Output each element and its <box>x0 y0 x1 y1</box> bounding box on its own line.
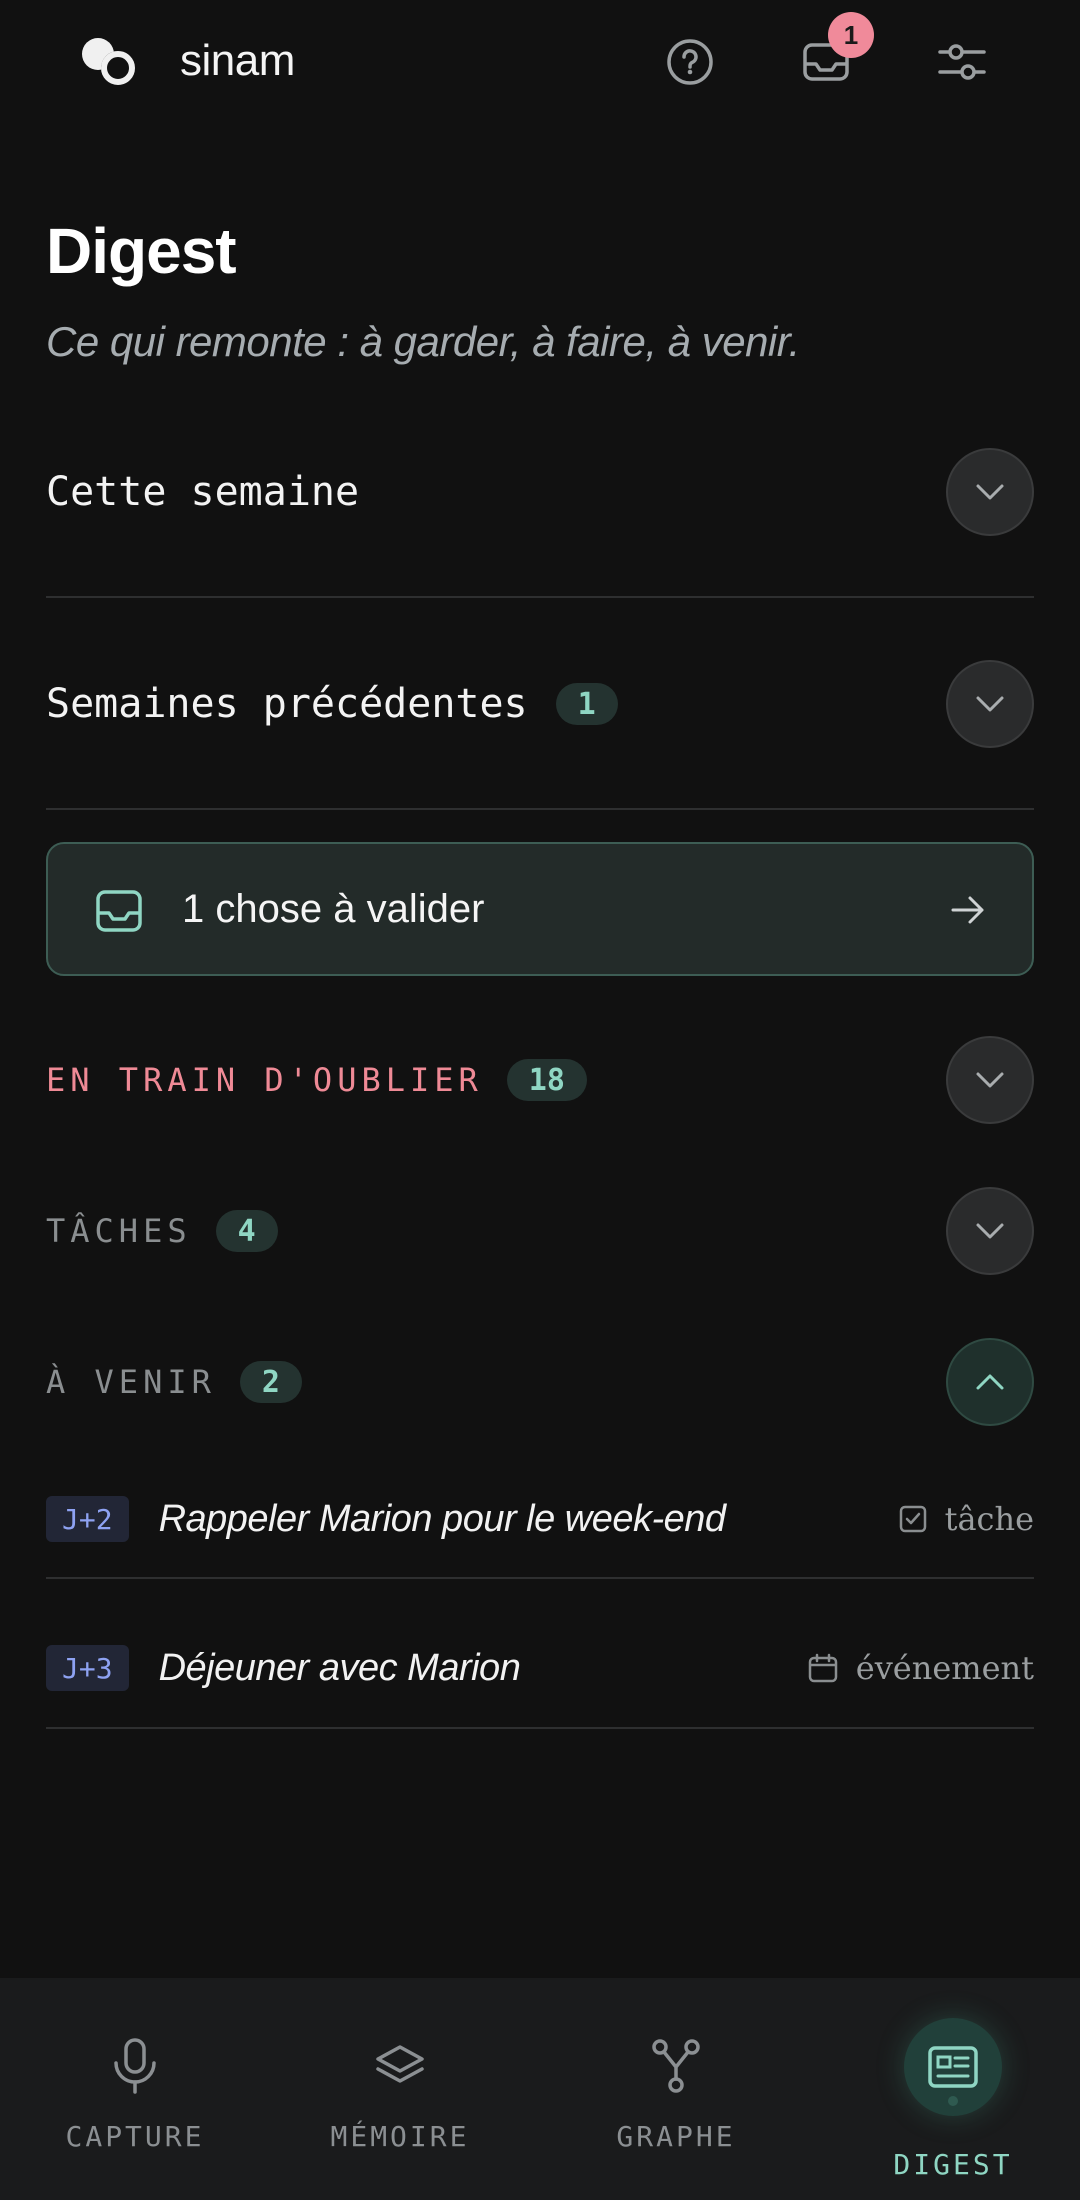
item-title: Déjeuner avec Marion <box>158 1646 521 1689</box>
nav-memoire[interactable]: MÉMOIRE <box>265 1978 535 2200</box>
validate-card[interactable]: 1 chose à valider <box>46 842 1034 976</box>
checkbox-icon <box>899 1505 926 1533</box>
section-title: À VENIR <box>46 1363 216 1401</box>
expand-button[interactable] <box>946 1187 1034 1275</box>
item-kind: tâche <box>899 1500 1034 1538</box>
section-this-week[interactable]: Cette semaine <box>46 448 1034 536</box>
inbox-icon <box>94 886 144 941</box>
layers-icon <box>370 2036 430 2096</box>
count-badge: 2 <box>239 1361 302 1403</box>
divider <box>46 1727 1034 1729</box>
bottom-nav: CAPTURE MÉMOIRE GRAPHE DIGEST <box>0 1978 1080 2200</box>
day-tag: J+2 <box>46 1496 129 1542</box>
day-tag: J+3 <box>46 1645 129 1691</box>
nav-label: DIGEST <box>893 2148 1013 2181</box>
section-tasks[interactable]: TÂCHES 4 <box>46 1187 1034 1275</box>
section-title: Cette semaine <box>46 469 360 515</box>
nav-capture[interactable]: CAPTURE <box>0 1978 270 2200</box>
chevron-down-icon <box>976 484 1004 500</box>
list-item[interactable]: J+2 Rappeler Marion pour le week-end tâc… <box>46 1464 1034 1574</box>
item-kind: événement <box>808 1649 1034 1687</box>
app-logo-icon <box>78 34 142 90</box>
expand-button[interactable] <box>946 1036 1034 1124</box>
validate-label: 1 chose à valider <box>182 886 485 931</box>
count-badge: 4 <box>215 1210 278 1252</box>
app-name: sinam <box>180 36 295 85</box>
section-title: EN TRAIN D'OUBLIER <box>46 1061 483 1099</box>
nav-label: CAPTURE <box>65 2120 205 2153</box>
divider <box>46 1577 1034 1579</box>
page-subtitle: Ce qui remonte : à garder, à faire, à ve… <box>46 318 800 365</box>
top-bar: sinam 1 <box>0 0 1080 124</box>
page-title: Digest <box>46 215 237 287</box>
chevron-down-icon <box>976 696 1004 712</box>
item-kind-label: événement <box>855 1649 1034 1687</box>
active-indicator <box>948 2096 958 2106</box>
item-kind-label: tâche <box>944 1500 1034 1538</box>
newspaper-icon <box>904 2018 1002 2116</box>
section-title: Semaines précédentes <box>46 681 528 727</box>
nav-label: MÉMOIRE <box>330 2120 470 2153</box>
graph-icon <box>646 2036 706 2096</box>
microphone-icon <box>105 2036 165 2096</box>
chevron-up-icon <box>976 1374 1004 1390</box>
expand-button[interactable] <box>946 448 1034 536</box>
nav-digest[interactable]: DIGEST <box>818 1978 1080 2200</box>
collapse-button[interactable] <box>946 1338 1034 1426</box>
help-icon[interactable] <box>664 36 716 88</box>
divider <box>46 808 1034 810</box>
settings-sliders-icon[interactable] <box>936 36 988 88</box>
chevron-down-icon <box>976 1072 1004 1088</box>
arrow-right-icon <box>950 892 986 933</box>
section-title: TÂCHES <box>46 1212 192 1250</box>
calendar-icon <box>808 1653 837 1683</box>
divider <box>46 596 1034 598</box>
item-title: Rappeler Marion pour le week-end <box>158 1497 727 1540</box>
inbox-badge: 1 <box>828 12 874 58</box>
nav-graphe[interactable]: GRAPHE <box>541 1978 811 2200</box>
count-badge: 1 <box>555 683 618 725</box>
list-item[interactable]: J+3 Déjeuner avec Marion événement <box>46 1613 1034 1723</box>
section-upcoming[interactable]: À VENIR 2 <box>46 1338 1034 1426</box>
count-badge: 18 <box>506 1059 587 1101</box>
section-forgetting[interactable]: EN TRAIN D'OUBLIER 18 <box>46 1036 1034 1124</box>
expand-button[interactable] <box>946 660 1034 748</box>
section-previous-weeks[interactable]: Semaines précédentes 1 <box>46 660 1034 748</box>
chevron-down-icon <box>976 1223 1004 1239</box>
nav-label: GRAPHE <box>616 2120 736 2153</box>
